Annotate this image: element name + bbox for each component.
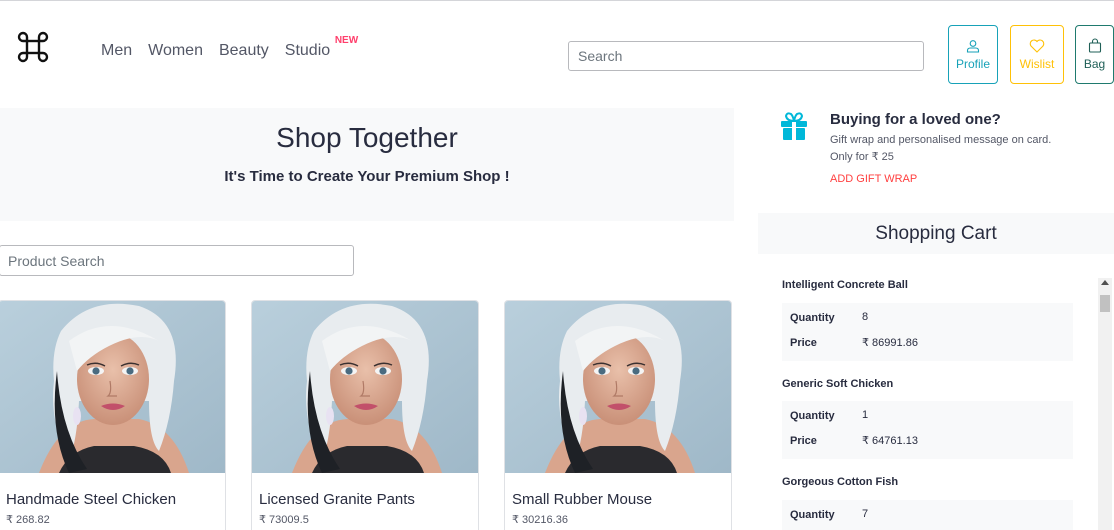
- cart-header: Shopping Cart: [758, 213, 1114, 254]
- top-border: [0, 0, 1114, 1]
- quantity-label: Quantity: [790, 410, 835, 422]
- search-input[interactable]: [568, 41, 924, 71]
- bag-button[interactable]: Bag: [1075, 25, 1114, 84]
- profile-label: Profile: [955, 56, 990, 71]
- nav-women[interactable]: Women: [148, 42, 203, 60]
- nav-studio[interactable]: Studio NEW: [284, 35, 358, 60]
- quantity-label: Quantity: [790, 312, 835, 324]
- quantity-label: Quantity: [790, 509, 835, 521]
- bag-label: Bag: [1083, 57, 1106, 71]
- hero-banner: Shop Together It's Time to Create Your P…: [0, 108, 734, 221]
- price-value: ₹ 64761.13: [862, 435, 918, 447]
- scrollbar-thumb[interactable]: [1100, 295, 1110, 312]
- product-name[interactable]: Small Rubber Mouse: [512, 491, 652, 508]
- cart-item-name: Gorgeous Cotton Fish: [782, 476, 899, 488]
- product-price: ₹ 268.82: [6, 514, 50, 526]
- product-image[interactable]: [505, 301, 731, 473]
- product-card[interactable]: Small Rubber Mouse ₹ 30216.36: [504, 300, 732, 530]
- nav-studio-label: Studio: [284, 42, 331, 59]
- wishlist-label: Wislist: [1019, 56, 1055, 71]
- main-nav: Men Women Beauty Studio NEW: [101, 35, 358, 60]
- gift-description: Gift wrap and personalised message on ca…: [830, 132, 1090, 166]
- gift-title: Buying for a loved one?: [830, 111, 1001, 128]
- add-gift-wrap-link[interactable]: ADD GIFT WRAP: [830, 173, 917, 185]
- nav-beauty[interactable]: Beauty: [219, 42, 269, 60]
- product-price: ₹ 30216.36: [512, 514, 568, 526]
- product-image[interactable]: [0, 301, 225, 473]
- cart-item-details: Quantity 7: [782, 500, 1073, 530]
- quantity-value: 8: [862, 311, 869, 323]
- gift-line-2: Only for ₹ 25: [830, 151, 894, 163]
- command-key-icon[interactable]: [16, 30, 50, 64]
- cart-item-details: Quantity 1 Price ₹ 64761.13: [782, 401, 1073, 459]
- product-name[interactable]: Handmade Steel Chicken: [6, 491, 176, 508]
- cart-item-details: Quantity 8 Price ₹ 86991.86: [782, 303, 1073, 361]
- price-value: ₹ 86991.86: [862, 337, 918, 349]
- hero-title: Shop Together: [276, 122, 458, 153]
- price-label: Price: [790, 435, 817, 447]
- scroll-up-arrow-icon[interactable]: [1101, 280, 1109, 285]
- quantity-value: 7: [862, 508, 869, 520]
- bag-icon: [1088, 38, 1101, 53]
- hero-subtitle: It's Time to Create Your Premium Shop !: [224, 168, 510, 185]
- nav-men[interactable]: Men: [101, 42, 132, 60]
- product-name[interactable]: Licensed Granite Pants: [259, 491, 415, 508]
- product-search-input[interactable]: [0, 245, 354, 276]
- price-label: Price: [790, 337, 817, 349]
- quantity-value: 1: [862, 409, 869, 421]
- cart-title: Shopping Cart: [875, 223, 997, 244]
- cart-item-name: Intelligent Concrete Ball: [782, 279, 908, 291]
- user-icon: [966, 39, 980, 53]
- profile-button[interactable]: Profile: [948, 25, 998, 84]
- heart-icon: [1029, 38, 1045, 53]
- gift-line-1: Gift wrap and personalised message on ca…: [830, 134, 1052, 146]
- product-image[interactable]: [252, 301, 478, 473]
- cart-item-name: Generic Soft Chicken: [782, 378, 894, 390]
- product-card[interactable]: Handmade Steel Chicken ₹ 268.82: [0, 300, 226, 530]
- product-card[interactable]: Licensed Granite Pants ₹ 73009.5: [251, 300, 479, 530]
- gift-icon: [781, 112, 807, 140]
- cart-scrollbar[interactable]: [1098, 278, 1112, 530]
- wishlist-button[interactable]: Wislist: [1010, 25, 1064, 84]
- new-badge: NEW: [334, 35, 359, 46]
- product-price: ₹ 73009.5: [259, 514, 309, 526]
